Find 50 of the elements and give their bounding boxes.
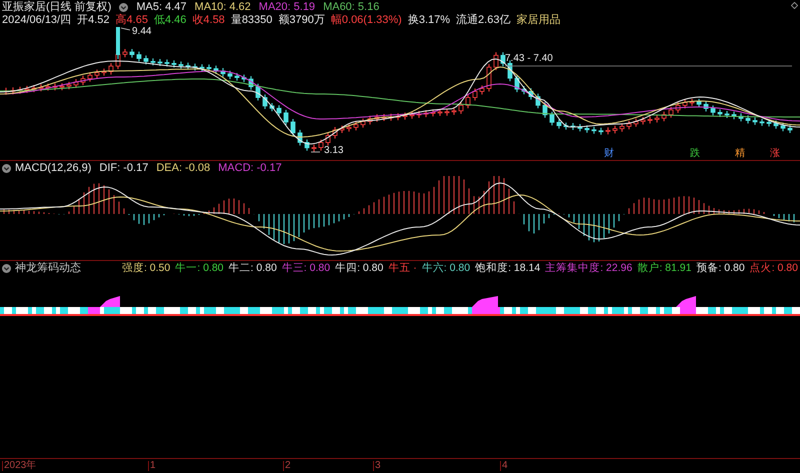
moving-average-value: MA10: 4.62 bbox=[194, 2, 251, 12]
indicator-value: DIF: -0.17 bbox=[99, 163, 148, 174]
collapse-icon[interactable] bbox=[2, 164, 11, 173]
signal-marker: 财 bbox=[604, 149, 614, 159]
axis-label: 3 bbox=[373, 461, 381, 471]
collapse-icon[interactable] bbox=[2, 264, 11, 273]
collapse-icon[interactable] bbox=[119, 2, 128, 12]
quote-value: 换3.17% bbox=[408, 14, 450, 26]
indicator-value: 牛一: 0.80 bbox=[175, 263, 224, 274]
signal-marker: 跌 bbox=[690, 149, 700, 159]
signal-marker: 精 bbox=[735, 149, 745, 159]
indicator-value: 饱和度: 18.14 bbox=[475, 263, 540, 274]
indicator-value: 主筹集中度: 22.96 bbox=[545, 263, 632, 274]
indicator-value: MACD: -0.17 bbox=[218, 163, 282, 174]
quote-value: 收4.58 bbox=[192, 14, 225, 26]
indicator-value: 预备: 0.80 bbox=[696, 263, 745, 274]
indicator-value: DEA: -0.08 bbox=[156, 163, 210, 174]
indicator-value: 牛二: 0.80 bbox=[228, 263, 277, 274]
axis-label: 2023年 bbox=[2, 461, 36, 471]
moving-average-value: MA60: 5.16 bbox=[323, 2, 380, 12]
quote-value: 2024/06/13/四 bbox=[2, 14, 72, 26]
indicator-title: MACD(12,26,9) bbox=[15, 163, 92, 174]
chart-title: 亚振家居(日线 前复权) bbox=[2, 2, 112, 12]
quote-value: 量83350 bbox=[230, 14, 272, 26]
quote-value: 开4.52 bbox=[77, 14, 110, 26]
indicator-value: 牛四: 0.80 bbox=[335, 263, 384, 274]
indicator-value: 点火: 0.80 bbox=[750, 263, 798, 274]
indicator-value: 牛三: 0.80 bbox=[282, 263, 330, 274]
price-annotation: 7.43 - 7.40 bbox=[505, 54, 553, 64]
price-annotation: 9.44 bbox=[132, 27, 152, 37]
quote-value: 低4.46 bbox=[154, 14, 186, 26]
indicator-title: 神龙筹码动态 bbox=[15, 263, 82, 274]
quote-value: 额3790万 bbox=[278, 14, 325, 26]
axis-label: 1 bbox=[148, 461, 156, 471]
moving-average-value: MA5: 4.47 bbox=[136, 2, 187, 12]
indicator-value: 散户: 81.91 bbox=[637, 263, 692, 274]
moving-average-value: MA20: 5.19 bbox=[258, 2, 316, 12]
quote-value: 流通2.63亿 bbox=[456, 14, 510, 26]
price-annotation: 3.13 bbox=[324, 146, 344, 156]
indicator-value: 牛六: 0.80 bbox=[422, 263, 470, 274]
quote-value: 高4.65 bbox=[116, 14, 148, 26]
indicator-value: 牛五 · bbox=[388, 263, 417, 274]
axis-label: 4 bbox=[500, 461, 508, 471]
signal-marker: 涨 bbox=[770, 149, 780, 159]
quote-value: 幅0.06(1.33%) bbox=[330, 14, 402, 26]
indicator-value: 强度: 0.50 bbox=[122, 263, 170, 274]
leader-line bbox=[120, 28, 130, 30]
axis-label: 2 bbox=[283, 461, 291, 471]
diamond-icon[interactable] bbox=[791, 2, 798, 9]
quote-value: 家居用品 bbox=[516, 14, 560, 26]
